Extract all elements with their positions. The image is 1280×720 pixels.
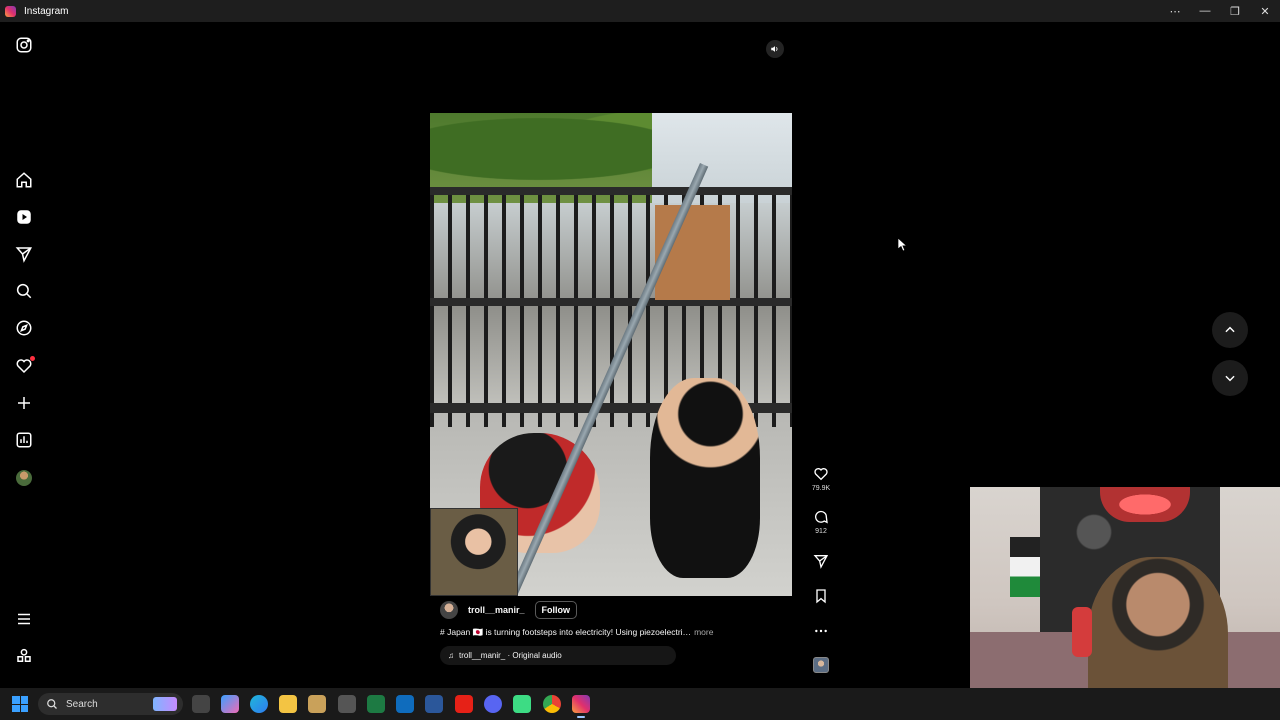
instagram-logo-icon[interactable]	[14, 35, 34, 55]
reel-video[interactable]	[430, 113, 792, 596]
edge-icon[interactable]	[250, 695, 268, 713]
like-count: 79.9K	[811, 485, 831, 492]
create-icon[interactable]	[14, 393, 34, 413]
home-icon[interactable]	[14, 170, 34, 190]
share-button[interactable]	[806, 553, 836, 569]
audio-thumbnail-button[interactable]	[806, 657, 836, 673]
search-highlight-icon	[153, 697, 177, 711]
chevron-up-icon	[1225, 326, 1235, 333]
more-icon[interactable]: ⋯	[1160, 0, 1190, 22]
comment-count: 912	[815, 528, 827, 535]
word-icon[interactable]	[425, 695, 443, 713]
reel-caption: # Japan 🇯🇵 is turning footsteps into ele…	[440, 627, 782, 638]
store-icon[interactable]	[338, 695, 356, 713]
next-reel-button[interactable]	[1212, 360, 1248, 396]
menu-icon[interactable]	[14, 609, 34, 629]
threads-icon[interactable]	[14, 646, 34, 666]
instagram-app-icon	[5, 5, 16, 17]
comment-button[interactable]: 912	[806, 509, 836, 535]
discord-icon[interactable]	[484, 695, 502, 713]
restore-icon[interactable]: ❐	[1220, 0, 1250, 22]
search-icon	[47, 699, 57, 709]
outlook-icon[interactable]	[396, 695, 414, 713]
audio-thumbnail	[813, 657, 829, 673]
youtube-icon[interactable]	[455, 695, 473, 713]
sidebar	[0, 22, 48, 688]
caption-text: # Japan 🇯🇵 is turning footsteps into ele…	[440, 627, 692, 637]
audio-link[interactable]: ♫ troll__manir_ · Original audio	[440, 646, 676, 665]
profile-avatar[interactable]	[14, 468, 34, 488]
app-green-icon[interactable]	[513, 695, 531, 713]
heart-icon	[814, 468, 828, 481]
comment-icon	[815, 510, 828, 524]
chevron-down-icon	[1225, 375, 1235, 382]
task-view-icon[interactable]	[192, 695, 210, 713]
webcam-overlay	[970, 487, 1280, 720]
active-app-indicator	[577, 716, 585, 718]
audio-label: troll__manir_ · Original audio	[459, 651, 562, 660]
reel-player[interactable]: troll__manir_ Follow # Japan 🇯🇵 is turni…	[430, 33, 792, 676]
creator-avatar[interactable]	[440, 601, 458, 619]
search-icon[interactable]	[14, 281, 34, 301]
app-icon[interactable]	[308, 695, 326, 713]
sound-toggle-button[interactable]	[766, 40, 784, 58]
notifications-icon[interactable]	[14, 356, 35, 376]
copilot-icon[interactable]	[221, 695, 239, 713]
more-dots-icon	[815, 629, 827, 633]
caption-more-link[interactable]: more	[694, 627, 713, 637]
dashboard-icon[interactable]	[14, 430, 34, 450]
speaker-icon	[771, 46, 778, 52]
music-note-icon: ♫	[448, 651, 454, 660]
windows-start-icon[interactable]	[12, 696, 28, 712]
instagram-taskbar-icon[interactable]	[572, 695, 590, 713]
window-titlebar: Instagram ⋯ — ❐ ✕	[0, 0, 1280, 22]
creator-username[interactable]: troll__manir_	[468, 605, 525, 615]
previous-reel-button[interactable]	[1212, 312, 1248, 348]
file-explorer-icon[interactable]	[279, 695, 297, 713]
follow-button[interactable]: Follow	[534, 601, 578, 619]
microphone	[1072, 607, 1092, 657]
notification-dot	[30, 356, 35, 361]
explore-icon[interactable]	[14, 318, 34, 338]
like-button[interactable]: 79.9K	[806, 466, 836, 492]
send-icon	[813, 555, 829, 569]
messages-icon[interactable]	[14, 244, 34, 264]
minimize-icon[interactable]: —	[1190, 0, 1220, 22]
reels-icon[interactable]	[14, 207, 34, 227]
excel-icon[interactable]	[367, 695, 385, 713]
avatar	[16, 470, 32, 486]
taskbar-search[interactable]	[38, 693, 183, 715]
more-options-button[interactable]	[806, 623, 836, 639]
save-button[interactable]	[806, 588, 836, 604]
taskbar-search-input[interactable]	[66, 698, 136, 710]
taskbar	[0, 688, 1280, 720]
window-title: Instagram	[24, 5, 69, 17]
close-icon[interactable]: ✕	[1250, 0, 1280, 22]
bookmark-icon	[816, 589, 826, 604]
chrome-icon[interactable]	[543, 695, 561, 713]
mouse-cursor-icon	[898, 238, 908, 252]
reel-meta: troll__manir_ Follow # Japan 🇯🇵 is turni…	[430, 596, 792, 676]
picture-in-picture-overlay	[430, 508, 518, 596]
